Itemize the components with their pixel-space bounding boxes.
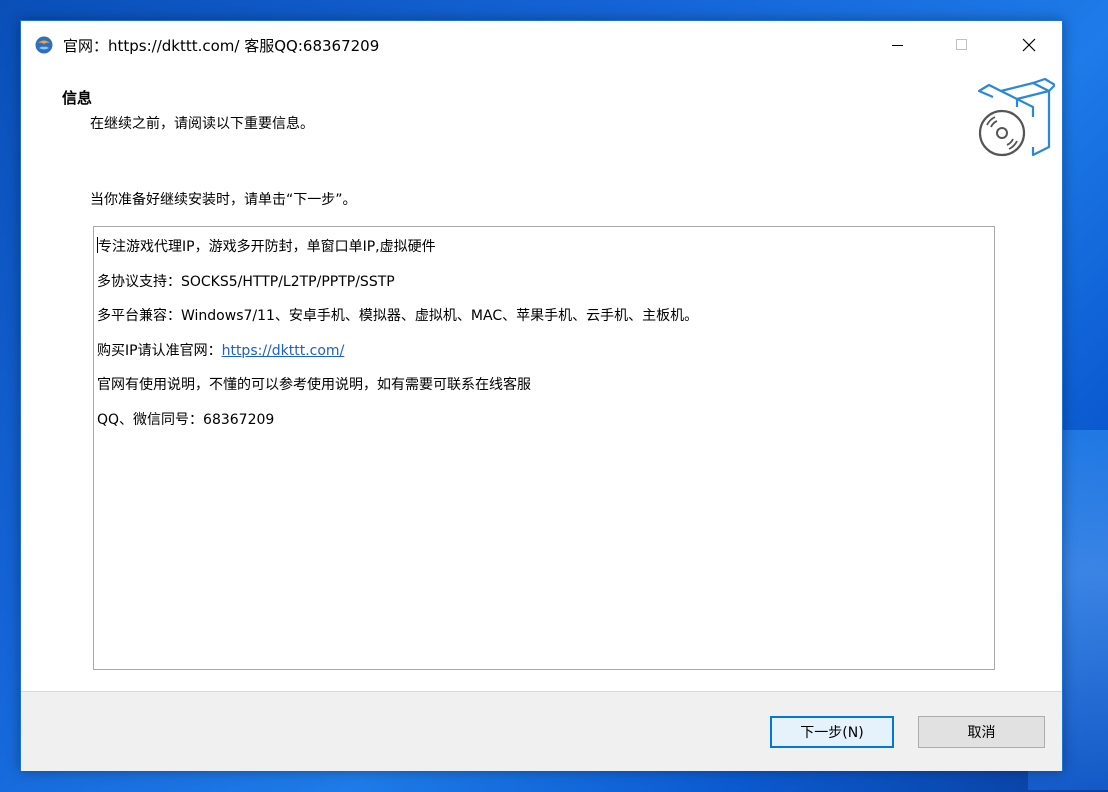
maximize-icon <box>956 39 967 50</box>
title-bar[interactable]: 官网：https://dkttt.com/ 客服QQ:68367209 <box>21 21 1062 69</box>
minimize-icon <box>892 45 903 46</box>
wizard-footer: 下一步(N) 取消 <box>21 691 1062 771</box>
memo-line: 专注游戏代理IP，游戏多开防封，单窗口单IP,虚拟硬件 <box>97 237 436 255</box>
website-link[interactable]: https://dkttt.com/ <box>222 343 345 359</box>
wizard-header: 信息 在继续之前，请阅读以下重要信息。 <box>21 69 1062 164</box>
memo-line: 多协议支持：SOCKS5/HTTP/L2TP/PPTP/SSTP <box>97 273 395 290</box>
page-subheading: 在继续之前，请阅读以下重要信息。 <box>90 116 314 132</box>
next-button[interactable]: 下一步(N) <box>770 716 894 748</box>
info-memo[interactable]: 专注游戏代理IP，游戏多开防封，单窗口单IP,虚拟硬件 多协议支持：SOCKS5… <box>93 226 995 670</box>
memo-line: 多平台兼容：Windows7/11、安卓手机、模拟器、虚拟机、MAC、苹果手机、… <box>97 308 699 324</box>
memo-line: 购买IP请认准官网：https://dkttt.com/ <box>97 342 345 359</box>
app-icon <box>35 36 53 54</box>
memo-line: QQ、微信同号：68367209 <box>97 411 275 428</box>
close-button[interactable] <box>1006 21 1052 69</box>
cancel-button[interactable]: 取消 <box>918 716 1045 748</box>
install-box-disc-icon <box>977 77 1055 157</box>
installer-window: 官网：https://dkttt.com/ 客服QQ:68367209 信息 在… <box>20 20 1063 771</box>
close-icon <box>1022 38 1036 52</box>
window-title: 官网：https://dkttt.com/ 客服QQ:68367209 <box>63 37 380 55</box>
maximize-button[interactable] <box>939 21 985 69</box>
page-heading: 信息 <box>62 89 93 107</box>
memo-line: 官网有使用说明，不懂的可以参考使用说明，如有需要可联系在线客服 <box>97 377 531 393</box>
instruction-text: 当你准备好继续安装时，请单击“下一步”。 <box>90 192 357 208</box>
minimize-button[interactable] <box>875 21 921 69</box>
